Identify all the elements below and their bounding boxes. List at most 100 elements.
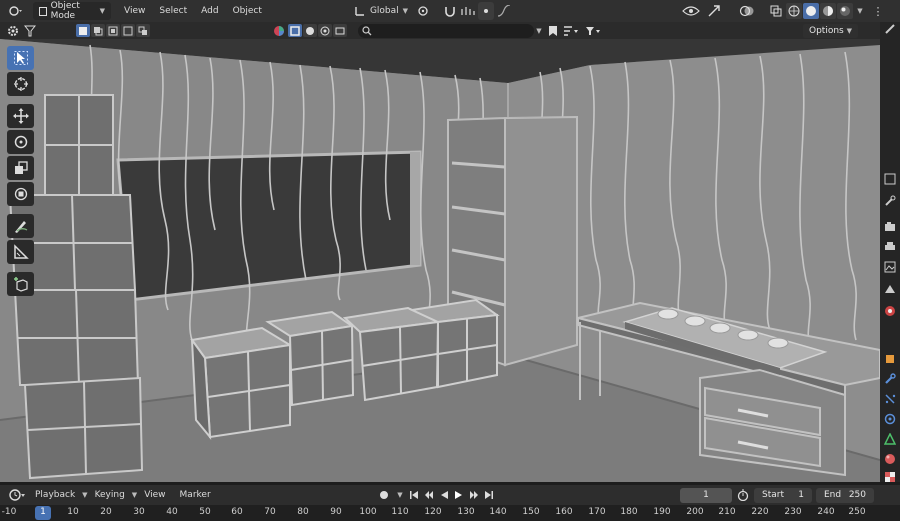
options-dropdown[interactable]: Options ▼ <box>803 24 858 38</box>
filter-mesh-button[interactable] <box>288 24 302 37</box>
tab-output[interactable] <box>883 240 897 254</box>
overlays-toggle[interactable] <box>736 2 758 20</box>
3d-viewport[interactable] <box>0 39 880 482</box>
play-reverse-icon <box>441 491 448 499</box>
scale-icon <box>14 161 28 174</box>
play-button[interactable] <box>453 486 465 504</box>
select-extend-button[interactable] <box>91 24 105 37</box>
snap-toggle[interactable] <box>440 2 460 20</box>
end-frame-field[interactable]: End 250 <box>816 487 874 503</box>
wireframe-shading-button[interactable] <box>786 3 802 19</box>
proportional-edit-toggle[interactable] <box>478 2 494 20</box>
move-icon <box>12 108 29 124</box>
menu-timeline-view[interactable]: View <box>137 486 172 504</box>
select-intersect-button[interactable] <box>136 24 150 37</box>
tab-object-data[interactable] <box>883 432 897 446</box>
menu-keying[interactable]: Keying <box>88 486 132 504</box>
keying-set-dropdown[interactable]: ▼ <box>394 486 406 504</box>
material-sphere-icon <box>885 454 895 464</box>
select-new-button[interactable] <box>76 24 90 37</box>
current-frame-field[interactable]: 1 <box>680 487 732 503</box>
tab-texture[interactable] <box>883 470 897 484</box>
tab-physics[interactable] <box>883 412 897 426</box>
transform-orientation-dropdown[interactable]: Global ▼ <box>352 2 410 20</box>
area-menu-button[interactable]: ⋮ <box>868 2 888 20</box>
tab-view-layer[interactable] <box>883 260 897 274</box>
tab-modifiers[interactable] <box>883 372 897 386</box>
funnel-dropdown[interactable] <box>582 22 604 40</box>
start-value: 1 <box>798 490 804 500</box>
filter-button[interactable] <box>22 22 38 40</box>
light-icon <box>306 26 314 35</box>
sort-dropdown[interactable] <box>560 22 582 40</box>
solid-icon <box>806 6 816 16</box>
tool-settings-gear[interactable] <box>4 22 22 40</box>
tool-select-box[interactable] <box>7 46 34 70</box>
overlays-icon <box>739 5 754 17</box>
shading-options-dropdown[interactable]: ▼ <box>854 2 866 20</box>
prev-keyframe-icon <box>425 491 433 499</box>
filter-object-types[interactable] <box>272 22 286 40</box>
select-invert-button[interactable] <box>121 24 135 37</box>
menu-add[interactable]: Add <box>194 2 225 20</box>
tool-settings-bar: ▼ Options ▼ <box>0 22 880 39</box>
menu-select[interactable]: Select <box>152 2 194 20</box>
bookmark-button[interactable] <box>546 22 560 40</box>
tool-cursor[interactable] <box>7 72 34 96</box>
tab-scene-tool[interactable] <box>883 194 897 208</box>
tab-particles[interactable] <box>883 392 897 406</box>
prev-keyframe-button[interactable] <box>423 486 435 504</box>
jump-start-button[interactable] <box>408 486 420 504</box>
tool-shelf <box>7 46 34 296</box>
use-preview-range-toggle[interactable] <box>736 486 750 504</box>
select-subtract-button[interactable] <box>106 24 120 37</box>
rendered-shading-button[interactable] <box>837 3 853 19</box>
menu-object[interactable]: Object <box>226 2 269 20</box>
snap-target-dropdown[interactable] <box>458 2 478 20</box>
tab-material[interactable] <box>883 452 897 466</box>
funnel-icon <box>586 26 600 35</box>
timeline-editor-type[interactable] <box>6 486 28 504</box>
editor-type-button[interactable] <box>3 2 29 20</box>
filter-other-button[interactable] <box>333 24 347 37</box>
pivot-point-button[interactable] <box>414 2 436 20</box>
tab-world[interactable] <box>883 304 897 318</box>
search-field[interactable] <box>358 23 534 38</box>
tool-transform[interactable] <box>7 182 34 206</box>
material-shading-button[interactable] <box>820 3 836 19</box>
tab-scene[interactable] <box>883 282 897 296</box>
menu-playback[interactable]: Playback <box>28 486 82 504</box>
tab-render[interactable] <box>883 220 897 234</box>
record-button[interactable] <box>374 486 394 504</box>
tool-move[interactable] <box>7 104 34 128</box>
solid-shading-button[interactable] <box>803 3 819 19</box>
next-keyframe-button[interactable] <box>468 486 480 504</box>
tool-annotate[interactable] <box>7 214 34 238</box>
mode-dropdown[interactable]: Object Mode ▼ <box>33 1 111 21</box>
tool-add-cube[interactable] <box>7 272 34 296</box>
ruler-label: 140 <box>489 507 507 517</box>
gizmo-toggle[interactable] <box>704 2 724 20</box>
xray-toggle[interactable] <box>768 2 784 20</box>
chevron-down-icon: ▼ <box>402 7 409 15</box>
menu-view[interactable]: View <box>117 2 152 20</box>
timeline-ruler[interactable]: -10 1 10 20 30 40 50 60 70 80 90 100 110… <box>0 505 900 521</box>
falloff-dropdown[interactable] <box>494 2 514 20</box>
tab-toggle-sidebar[interactable] <box>883 172 897 186</box>
tool-scale[interactable] <box>7 156 34 180</box>
tab-tool[interactable] <box>883 22 897 36</box>
tool-rotate[interactable] <box>7 130 34 154</box>
menu-marker[interactable]: Marker <box>173 486 218 504</box>
camera-icon <box>320 26 330 35</box>
filter-camera-button[interactable] <box>318 24 332 37</box>
jump-end-button[interactable] <box>483 486 495 504</box>
tab-object[interactable] <box>883 352 897 366</box>
visibility-dropdown[interactable] <box>680 2 702 20</box>
mesh-icon <box>290 25 300 36</box>
tool-measure[interactable] <box>7 240 34 264</box>
start-label: Start <box>762 490 784 500</box>
play-reverse-button[interactable] <box>438 486 450 504</box>
start-frame-field[interactable]: Start 1 <box>754 487 812 503</box>
search-options-dropdown[interactable]: ▼ <box>532 22 546 40</box>
filter-light-button[interactable] <box>303 24 317 37</box>
